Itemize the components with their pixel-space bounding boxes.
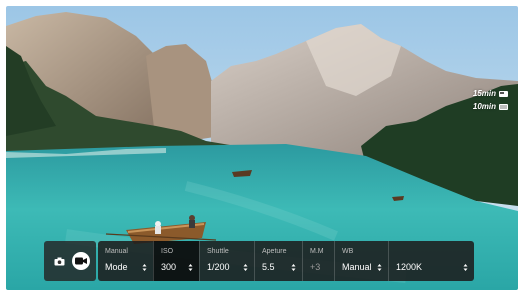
video-mode-button[interactable] xyxy=(72,252,90,270)
iso-label: ISO xyxy=(161,248,174,255)
capture-mode-toggle[interactable] xyxy=(44,241,96,281)
color-temperature-selector[interactable]: 1200K xyxy=(388,241,474,281)
video-camera-icon xyxy=(75,257,87,265)
video-storage-icon xyxy=(499,103,508,110)
metering-label: M.M xyxy=(310,248,324,255)
aperture-selector[interactable]: Apeture 5.5 xyxy=(254,241,302,281)
photo-storage-remaining: 15min xyxy=(473,89,508,98)
up-down-chevron-icon xyxy=(142,264,147,271)
metering-value: +3 xyxy=(310,262,321,272)
shutter-value: 1/200 xyxy=(207,262,230,272)
exposure-mode-selector[interactable]: Manual Mode xyxy=(98,241,153,281)
photo-remaining-text: 15min xyxy=(472,89,496,98)
video-storage-remaining: 10min xyxy=(473,102,508,111)
aperture-label: Apeture xyxy=(262,248,287,255)
up-down-chevron-icon xyxy=(188,264,193,271)
color-temperature-label xyxy=(396,247,467,257)
photo-storage-icon xyxy=(499,90,508,97)
iso-selector[interactable]: ISO 300 xyxy=(153,241,199,281)
camera-icon xyxy=(54,257,64,265)
camera-controls-bar: Manual Mode ISO 300 Shuttle 1/200 Apetur… xyxy=(44,241,474,281)
white-balance-label: WB xyxy=(342,248,354,255)
metering-mode-selector[interactable]: M.M +3 xyxy=(302,241,334,281)
white-balance-selector[interactable]: WB Manual xyxy=(334,241,388,281)
exposure-mode-label: Manual xyxy=(105,248,128,255)
exposure-settings-panel: Manual Mode ISO 300 Shuttle 1/200 Apetur… xyxy=(98,241,474,281)
exposure-mode-value: Mode xyxy=(105,262,128,272)
color-temperature-value: 1200K xyxy=(396,262,423,272)
up-down-chevron-icon xyxy=(377,264,382,271)
up-down-chevron-icon xyxy=(243,264,248,271)
photo-mode-button[interactable] xyxy=(50,252,68,270)
shutter-label: Shuttle xyxy=(207,248,229,255)
up-down-chevron-icon xyxy=(463,264,468,271)
video-remaining-text: 10min xyxy=(472,102,496,111)
up-down-chevron-icon xyxy=(291,264,296,271)
white-balance-value: Manual xyxy=(342,262,372,272)
shutter-selector[interactable]: Shuttle 1/200 xyxy=(199,241,254,281)
